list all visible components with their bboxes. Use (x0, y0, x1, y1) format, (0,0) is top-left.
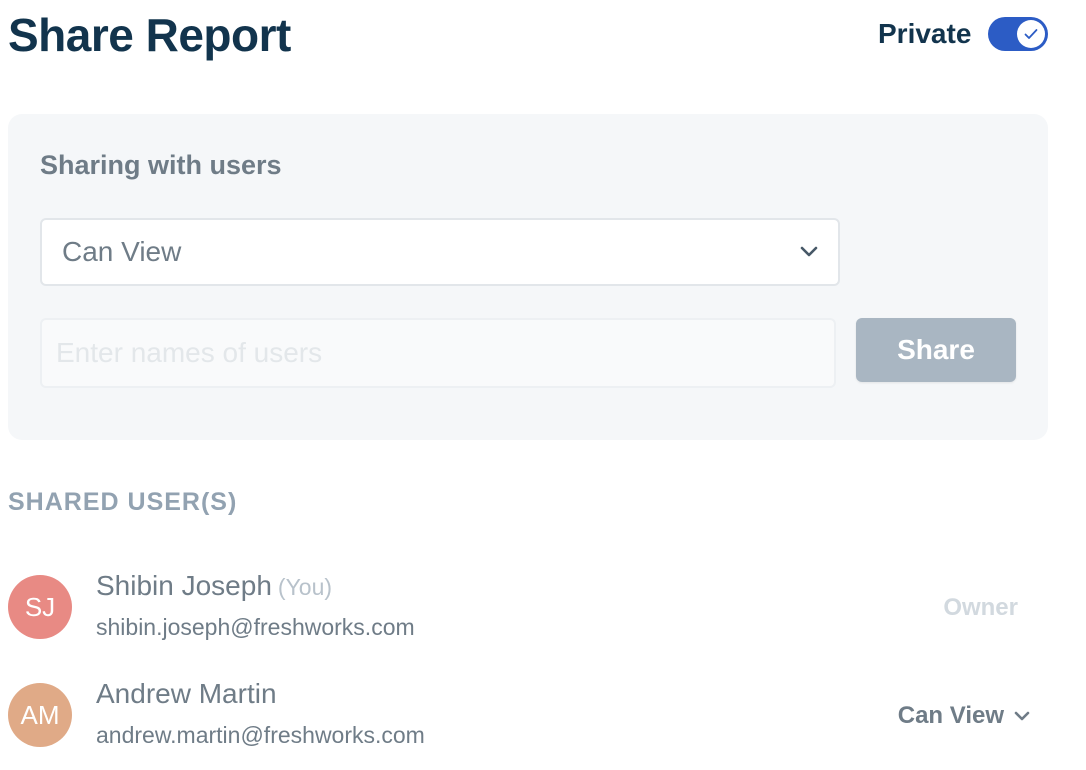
user-name-text: Shibin Joseph (96, 570, 272, 601)
toggle-knob (1017, 20, 1045, 48)
permission-select[interactable]: Can View (40, 218, 840, 286)
chevron-down-icon (1014, 711, 1030, 720)
user-permission-select[interactable]: Can View (898, 702, 1030, 730)
shared-users-heading: SHARED USER(S) (8, 488, 238, 516)
you-tag: (You) (277, 574, 333, 600)
user-email: shibin.joseph@freshworks.com (96, 614, 415, 640)
share-report-dialog: Share Report Private Sharing with users … (0, 0, 1086, 770)
user-permission-value: Can View (897, 702, 1004, 729)
user-email: andrew.martin@freshworks.com (96, 722, 425, 748)
sharing-heading: Sharing with users (40, 150, 282, 180)
chevron-down-icon (800, 246, 818, 257)
shared-user-row: AM Andrew Martin andrew.martin@freshwork… (8, 676, 1048, 756)
avatar: SJ (8, 575, 72, 639)
shared-user-row: SJ Shibin Joseph (You) shibin.joseph@fres… (8, 568, 1048, 648)
permission-select-value: Can View (62, 236, 182, 267)
users-search-input[interactable] (40, 318, 836, 388)
user-name: Shibin Joseph (You) (96, 570, 332, 602)
avatar: AM (8, 683, 72, 747)
private-label: Private (878, 18, 972, 49)
user-name: Andrew Martin (96, 678, 277, 709)
private-toggle[interactable] (988, 17, 1048, 51)
page-title: Share Report (8, 9, 291, 61)
check-icon (1024, 29, 1038, 39)
sharing-panel: Sharing with users Can View Share (8, 114, 1048, 440)
share-button[interactable]: Share (856, 318, 1016, 382)
owner-role-label: Owner (943, 594, 1018, 621)
